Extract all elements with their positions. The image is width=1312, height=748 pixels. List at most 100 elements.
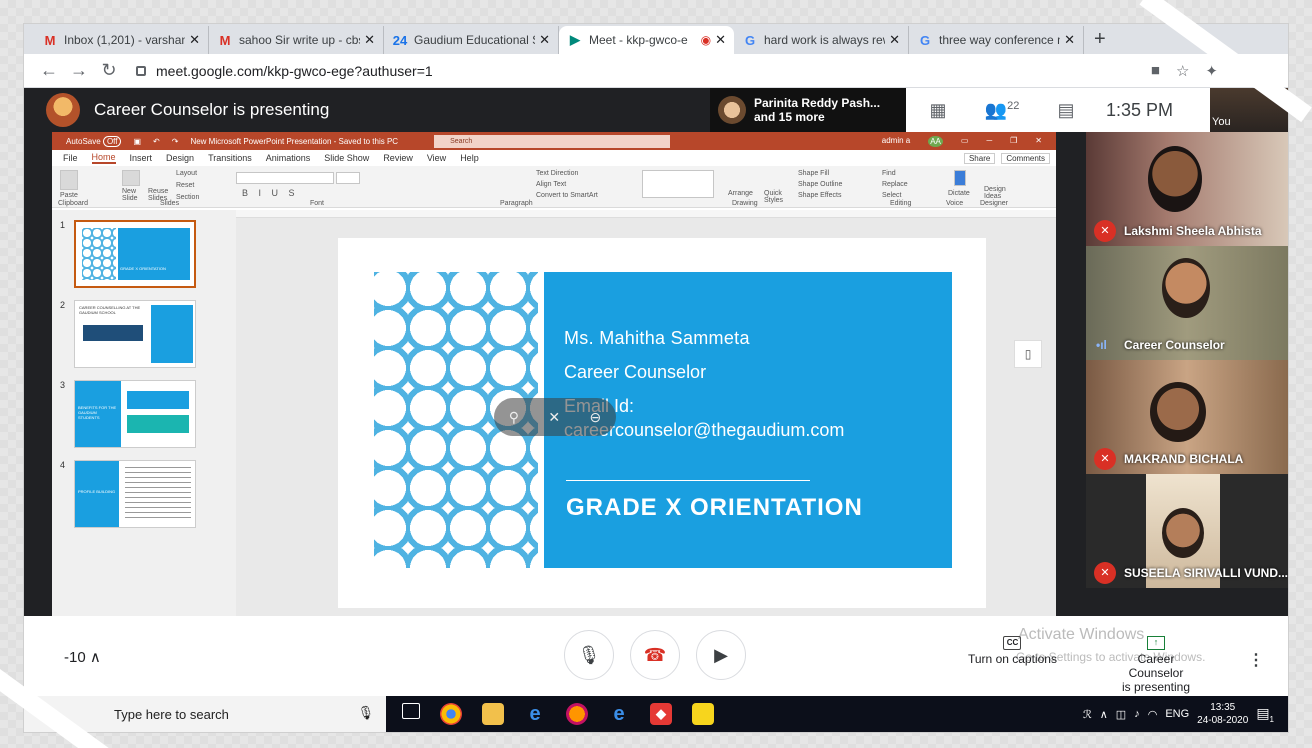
layout-label[interactable]: Layout — [176, 170, 197, 177]
url-text[interactable]: meet.google.com/kkp-gwco-ege?authuser=1 — [156, 63, 433, 79]
chevron-up-icon[interactable]: ∧ — [90, 649, 101, 666]
microphone-button[interactable]: 🎙 — [564, 630, 614, 680]
save-icon[interactable]: ▣ — [133, 137, 141, 146]
align-text-label[interactable]: Align Text — [536, 181, 566, 188]
quick-styles-label[interactable]: Quick Styles — [764, 190, 788, 204]
language-indicator[interactable]: ENG — [1165, 708, 1189, 720]
chrome-icon[interactable] — [440, 703, 462, 725]
more-options-icon[interactable]: ⋮ — [1248, 650, 1264, 670]
sticky-notes-icon[interactable] — [692, 703, 714, 725]
ppt-menu-view[interactable]: View — [427, 153, 446, 163]
share-button[interactable]: Share — [963, 152, 996, 164]
people-tray-icon[interactable]: ℛ — [1083, 708, 1092, 721]
browser-tab-1[interactable]: M Inbox (1,201) - varshanc ✕ — [34, 26, 209, 54]
presenting-indicator[interactable]: ↑ Career Counselor is presenting — [1114, 636, 1198, 694]
shape-outline-label[interactable]: Shape Outline — [798, 181, 842, 188]
ribbon-display-icon[interactable]: ▭ — [961, 136, 969, 147]
font-size-box[interactable] — [336, 172, 360, 184]
network-icon[interactable]: ◫ — [1116, 708, 1126, 721]
arrange-label[interactable]: Arrange — [728, 190, 753, 197]
find-label[interactable]: Find — [882, 170, 896, 177]
font-name-box[interactable] — [236, 172, 334, 184]
comments-button[interactable]: Comments — [1001, 152, 1050, 164]
section-label[interactable]: Section — [176, 194, 199, 201]
internet-explorer-icon[interactable]: e — [608, 703, 630, 725]
wifi-icon[interactable]: ◠ — [1148, 708, 1158, 721]
minimize-icon[interactable]: ─ — [986, 136, 992, 147]
camera-icon[interactable]: ■ — [1151, 62, 1160, 80]
ppt-menu-file[interactable]: File — [63, 153, 78, 163]
edge-icon[interactable]: e — [524, 703, 546, 725]
paste-icon[interactable] — [60, 170, 78, 190]
browser-tab-4[interactable]: ▶ Meet - kkp-gwco-e ◉ ✕ — [559, 26, 734, 54]
chat-icon[interactable]: ▤ — [1034, 100, 1098, 121]
browser-tab-2[interactable]: Msahoo Sir write up - cbs ✕ — [209, 26, 384, 54]
browser-tab-3[interactable]: 24 Gaudium Educational S ✕ — [384, 26, 559, 54]
star-icon[interactable]: ☆ — [1176, 62, 1189, 80]
autosave-toggle[interactable]: Off — [102, 135, 122, 147]
tile-suseela[interactable]: ✕ SUSEELA SIRIVALLI VUND... — [1086, 474, 1288, 588]
slide-thumbnail-1[interactable]: GRADE X ORIENTATION — [74, 220, 196, 288]
redo-icon[interactable]: ↷ — [172, 137, 179, 146]
close-icon[interactable]: ✕ — [1035, 136, 1042, 147]
undo-icon[interactable]: ↶ — [153, 137, 160, 146]
replace-label[interactable]: Replace — [882, 181, 908, 188]
design-ideas-label[interactable]: Design Ideas — [984, 186, 1014, 200]
url-field[interactable]: meet.google.com/kkp-gwco-ege?authuser=1 — [136, 63, 433, 79]
smartart-label[interactable]: Convert to SmartArt — [536, 192, 598, 199]
close-tab-icon[interactable]: ✕ — [1064, 32, 1075, 48]
shapes-gallery[interactable] — [642, 170, 714, 198]
firefox-icon[interactable] — [566, 703, 588, 725]
tile-makrand[interactable]: ✕ MAKRAND BICHALA — [1086, 360, 1288, 474]
current-slide[interactable]: Ms. Mahitha Sammeta Career Counselor Ema… — [338, 238, 986, 608]
people-icon[interactable]: 👥22 — [970, 100, 1034, 121]
text-direction-label[interactable]: Text Direction — [536, 170, 578, 177]
close-tab-icon[interactable]: ✕ — [539, 32, 550, 48]
slide-thumbnail-3[interactable]: BENEFITS FOR THE GAUDIUM STUDENTS — [74, 380, 196, 448]
select-label[interactable]: Select — [882, 192, 901, 199]
ppt-menu-insert[interactable]: Insert — [130, 153, 153, 163]
camera-button[interactable]: ▶ — [696, 630, 746, 680]
volume-icon[interactable]: ♪ — [1134, 708, 1140, 720]
ppt-user[interactable]: admin a — [882, 136, 910, 147]
ppt-menu-transitions[interactable]: Transitions — [208, 153, 252, 163]
shape-effects-label[interactable]: Shape Effects — [798, 192, 841, 199]
task-view-icon[interactable] — [402, 703, 420, 719]
tile-career-counselor[interactable]: •ıl Career Counselor — [1086, 246, 1288, 360]
participants-preview[interactable]: Parinita Reddy Pash... and 15 more — [710, 88, 906, 132]
ppt-menu-design[interactable]: Design — [166, 153, 194, 163]
close-tab-icon[interactable]: ✕ — [715, 32, 726, 48]
reload-icon[interactable]: ↻ — [94, 60, 124, 81]
ppt-search[interactable]: Search — [434, 134, 671, 148]
leave-call-button[interactable]: ☎ — [630, 630, 680, 680]
browser-tab-6[interactable]: Gthree way conference m ✕ — [909, 26, 1084, 54]
new-tab-icon[interactable]: + — [1094, 26, 1106, 54]
dictate-icon[interactable] — [954, 170, 966, 186]
tile-lakshmi[interactable]: ✕ Lakshmi Sheela Abhista — [1086, 132, 1288, 246]
taskbar-clock[interactable]: 13:35 24-08-2020 — [1197, 701, 1248, 727]
mute-icon[interactable]: ✕ — [548, 409, 560, 426]
captions-button[interactable]: CC Turn on captions — [968, 636, 1057, 666]
taskbar-mic-icon[interactable]: 🎙 — [357, 705, 374, 721]
comment-pane-icon[interactable]: ▯ — [1014, 340, 1042, 368]
anydesk-icon[interactable]: ◆ — [650, 703, 672, 725]
shape-fill-label[interactable]: Shape Fill — [798, 170, 829, 177]
restore-icon[interactable]: ❐ — [1010, 136, 1017, 147]
notification-icon[interactable]: ▤1 — [1256, 705, 1274, 724]
ppt-menu-animations[interactable]: Animations — [266, 153, 311, 163]
close-tab-icon[interactable]: ✕ — [889, 32, 900, 48]
slide-thumbnail-2[interactable]: CAREER COUNSELLING AT THE GAUDIUM SCHOOL — [74, 300, 196, 368]
file-explorer-icon[interactable] — [482, 703, 504, 725]
close-tab-icon[interactable]: ✕ — [364, 32, 375, 48]
dictate-label[interactable]: Dictate — [948, 190, 970, 197]
remove-icon[interactable]: ⊖ — [590, 409, 602, 426]
ppt-menu-home[interactable]: Home — [91, 152, 116, 164]
layout-icon[interactable]: ▦ — [906, 100, 970, 121]
ppt-menu-slide-show[interactable]: Slide Show — [324, 153, 369, 163]
forward-icon[interactable]: → — [64, 60, 94, 81]
close-tab-icon[interactable]: ✕ — [189, 32, 200, 48]
show-hidden-icon[interactable]: ∧ — [1100, 708, 1108, 721]
user-initials[interactable]: AA — [928, 135, 943, 147]
ppt-menu-help[interactable]: Help — [460, 153, 479, 163]
extensions-icon[interactable]: ✦ — [1205, 62, 1218, 80]
